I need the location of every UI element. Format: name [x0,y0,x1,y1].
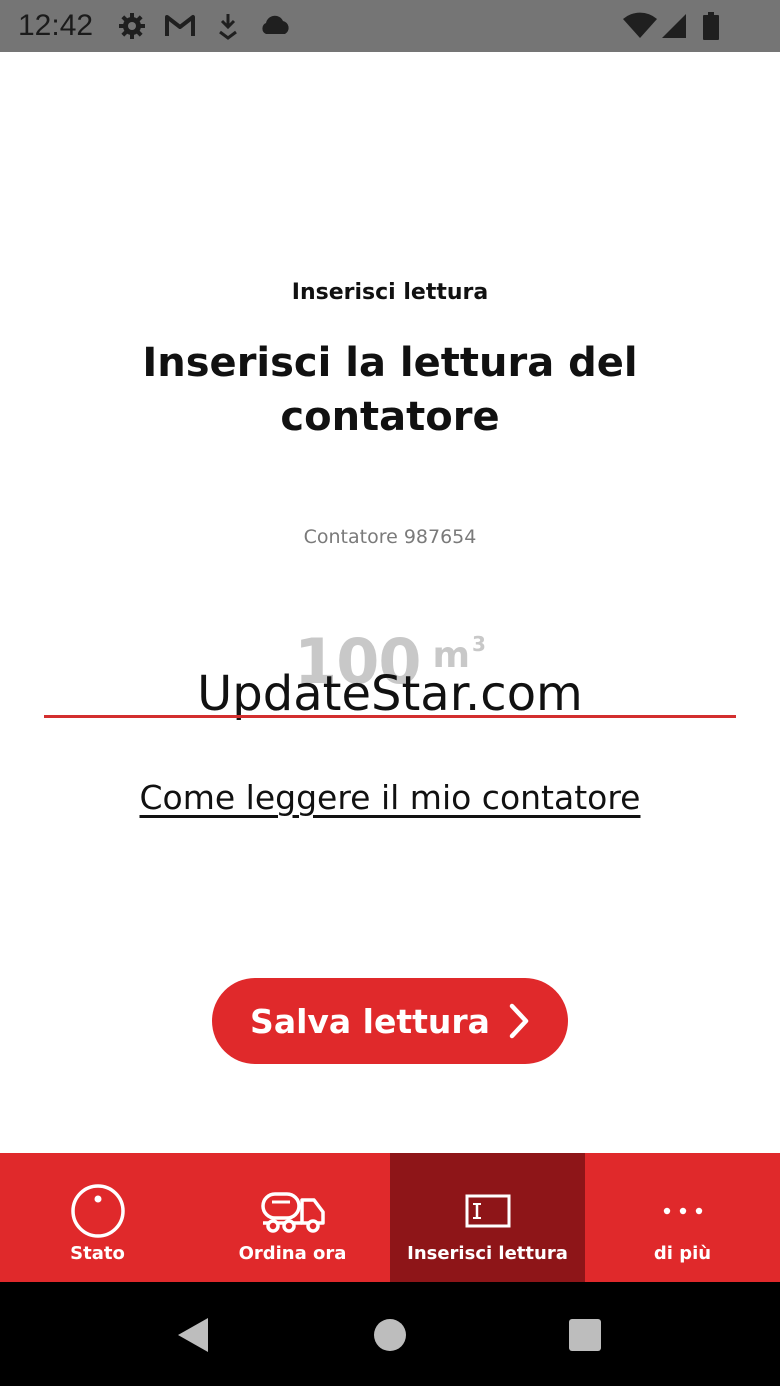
gear-icon [118,12,146,44]
gmail-icon [164,12,196,44]
app-screen: 12:42 Inserisci lettura Inserisci la let… [0,0,780,1386]
nav-item-di-piu[interactable]: di più [585,1153,780,1282]
tanker-truck-icon [195,1185,390,1237]
gauge-icon [0,1184,195,1238]
home-icon[interactable] [373,1316,407,1358]
how-to-read-meter-link[interactable]: Come leggere il mio contatore [0,776,780,820]
page-title: Inserisci la lettura del contatore [142,340,638,440]
system-navigation-bar [0,1282,780,1386]
recents-icon[interactable] [568,1316,602,1358]
reading-input-underline [44,715,736,718]
nav-label: Inserisci lettura [407,1243,568,1264]
save-reading-button[interactable]: Salva lettura [212,978,568,1064]
nav-item-inserisci-lettura[interactable]: Inserisci lettura [390,1153,585,1282]
save-reading-label: Salva lettura [250,1001,490,1041]
battery-icon [702,12,720,44]
page-eyebrow: Inserisci lettura [291,280,489,305]
nav-item-stato[interactable]: Stato [0,1153,195,1282]
back-icon[interactable] [176,1316,210,1358]
status-bar: 12:42 [0,0,780,52]
nav-label: Ordina ora [238,1243,347,1264]
more-dots-icon [585,1185,780,1237]
nav-label: Stato [70,1243,125,1264]
status-time: 12:42 [18,9,94,42]
download-icon [216,12,240,44]
cloud-icon [258,12,292,44]
signal-icon [660,12,688,44]
nav-item-ordina-ora[interactable]: Ordina ora [195,1153,390,1282]
nav-label: di più [653,1243,712,1264]
meter-number-label: Contatore 987654 [303,526,477,548]
chevron-right-icon [508,1003,530,1039]
wifi-icon [622,12,658,44]
bottom-navigation: Stato Ordina ora Inserisci lettura di pi… [0,1153,780,1282]
meter-display-icon [390,1185,585,1237]
